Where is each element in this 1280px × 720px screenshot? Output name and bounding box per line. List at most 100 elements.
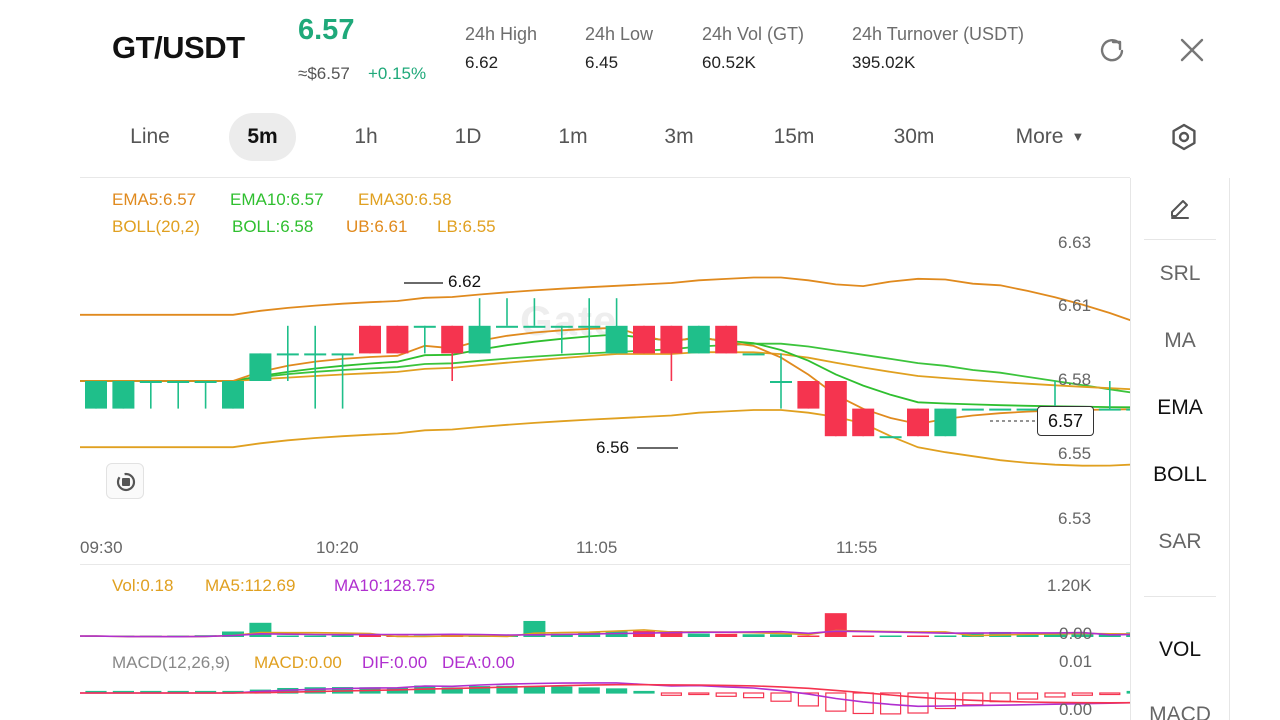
macd-histogram-bar — [633, 690, 655, 694]
legend-macd: MACD:0.00 — [254, 653, 342, 672]
price-axis-label: 6.63 — [1058, 233, 1092, 252]
trading-chart-view: GT/USDT 6.57 ≈$6.57 +0.15% 24h High 6.62… — [0, 0, 1280, 720]
candle-up — [331, 353, 354, 356]
price-axis-label: 6.55 — [1058, 444, 1092, 463]
candle-up — [687, 325, 710, 354]
settings-hexagon-icon[interactable] — [1169, 122, 1199, 152]
macd-histogram-bar — [551, 686, 573, 694]
candle-up — [1016, 408, 1039, 411]
legend-ema10: EMA10:6.57 — [230, 190, 324, 209]
candle-up — [194, 381, 217, 383]
macd-histogram-bar — [605, 688, 628, 694]
macd-dea-line — [80, 683, 1165, 704]
candle-down — [715, 325, 738, 354]
indicator-boll[interactable]: BOLL — [1130, 463, 1230, 487]
macd-histogram-bar — [1044, 692, 1066, 698]
indicator-ema[interactable]: EMA — [1130, 396, 1230, 420]
close-icon[interactable] — [1177, 35, 1207, 65]
vol-axis-label: 0.00 — [1059, 624, 1093, 643]
candle-up — [167, 381, 190, 383]
time-axis-label: 11:05 — [576, 538, 618, 557]
rotate-button[interactable] — [106, 463, 144, 499]
volume-bar — [934, 635, 957, 637]
candle-up — [605, 325, 628, 354]
candle-down — [852, 408, 875, 437]
volume-bar — [797, 635, 820, 637]
candle-up — [249, 353, 272, 381]
macd-histogram-bar — [962, 692, 984, 706]
candle-up — [550, 325, 573, 328]
legend-dif: DIF:0.00 — [362, 653, 428, 672]
low-annotation: 6.56 — [596, 438, 630, 457]
macd-histogram-bar — [1099, 692, 1121, 696]
macd-histogram-bar — [715, 692, 737, 697]
candle-down — [907, 408, 929, 437]
volume-bar — [331, 635, 354, 637]
legend-vol: Vol:0.18 — [112, 576, 174, 595]
volume-bar — [742, 634, 765, 637]
candle-up — [989, 408, 1012, 411]
legend-ema30: EMA30:6.58 — [358, 190, 452, 209]
indicator-sar[interactable]: SAR — [1130, 530, 1230, 554]
macd-histogram-bar — [660, 692, 683, 696]
candle-down — [386, 325, 409, 354]
legend-ema5: EMA5:6.57 — [112, 190, 197, 209]
candle-up — [770, 381, 792, 383]
legend-vol-ma5: MA5:112.69 — [205, 576, 296, 595]
macd-dif-line — [80, 682, 1165, 708]
price-axis-label: 6.53 — [1058, 509, 1092, 528]
macd-axis-label: 0.01 — [1059, 652, 1093, 671]
indicator-srl[interactable]: SRL — [1130, 262, 1230, 286]
time-axis-label: 10:20 — [316, 538, 359, 557]
volume-bar — [907, 635, 929, 637]
legend-dea: DEA:0.00 — [442, 653, 515, 672]
candle-up — [222, 381, 244, 409]
candle-up — [276, 353, 299, 356]
candle-up — [413, 325, 436, 328]
macd-histogram-bar — [688, 692, 710, 696]
volume-bar — [824, 613, 847, 637]
candle-up — [961, 408, 984, 411]
candlestick-chart[interactable] — [0, 0, 1176, 720]
macd-histogram-bar — [523, 685, 546, 694]
macd-axis-label: 0.00 — [1059, 700, 1093, 719]
legend-lb: LB:6.55 — [437, 217, 496, 236]
legend-ub: UB:6.61 — [346, 217, 408, 236]
volume-bar — [304, 635, 327, 637]
time-axis-label: 11:55 — [836, 538, 878, 557]
volume-bar — [276, 635, 299, 637]
pencil-icon[interactable] — [1166, 195, 1196, 225]
candle-down — [797, 381, 820, 409]
legend-macd-params: MACD(12,26,9) — [112, 653, 231, 672]
indicator-macd[interactable]: MACD — [1130, 703, 1230, 720]
current-price-tag: 6.57 — [1037, 406, 1094, 436]
candle-up — [112, 381, 135, 409]
candle-up — [1098, 408, 1121, 411]
panel-divider — [1144, 596, 1216, 597]
candle-down — [660, 325, 683, 354]
vol-axis-label: 1.20K — [1047, 576, 1092, 595]
indicator-vol[interactable]: VOL — [1130, 638, 1230, 662]
volume-bar — [715, 633, 738, 637]
rotate-icon — [116, 472, 136, 492]
candle-up — [139, 381, 162, 383]
candle-up — [934, 408, 957, 437]
price-axis-label: 6.61 — [1058, 296, 1092, 315]
legend-vol-ma10: MA10:128.75 — [334, 576, 436, 595]
candle-up — [879, 436, 902, 439]
candle-up — [578, 325, 601, 328]
macd-histogram-bar — [825, 692, 847, 712]
candle-up — [85, 381, 107, 409]
legend-boll: BOLL:6.58 — [232, 217, 314, 236]
legend-boll-params: BOLL(20,2) — [112, 217, 200, 236]
volume-bar — [852, 635, 875, 637]
high-annotation: 6.62 — [448, 272, 482, 291]
macd-histogram-bar — [1016, 692, 1039, 700]
candle-down — [824, 381, 847, 437]
candle-down — [359, 325, 381, 354]
volume-bar — [687, 633, 710, 637]
candle-down — [633, 325, 655, 354]
macd-histogram-bar — [578, 687, 600, 694]
volume-bar — [770, 634, 792, 637]
indicator-ma[interactable]: MA — [1130, 329, 1230, 353]
